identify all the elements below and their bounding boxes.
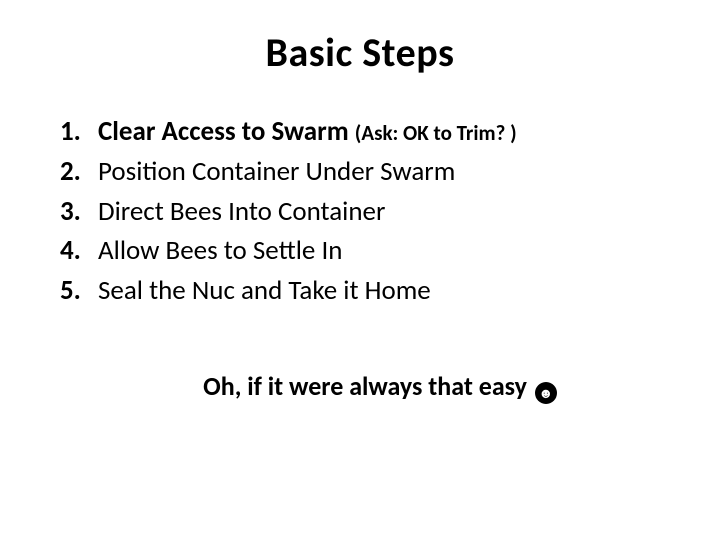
slide: Basic Steps 1. Clear Access to Swarm (As… [0, 0, 720, 540]
footer-text: Oh, if it were always that easy ☻ [50, 370, 670, 404]
list-item: 3. Direct Bees Into Container [60, 193, 670, 231]
item-text: Seal the Nuc and Take it Home [98, 272, 670, 310]
footer-message: Oh, if it were always that easy [203, 370, 533, 402]
item-bold-text: Clear Access to Swarm [98, 115, 355, 148]
steps-list: 1. Clear Access to Swarm (Ask: OK to Tri… [60, 113, 670, 310]
item-number: 4. [60, 232, 98, 270]
smiley-icon: ☻ [535, 382, 557, 404]
item-text: Clear Access to Swarm (Ask: OK to Trim? … [98, 113, 670, 151]
item-text: Allow Bees to Settle In [98, 232, 670, 270]
item-text: Position Container Under Swarm [98, 153, 670, 191]
item-paren-text: (Ask: OK to Trim? ) [355, 120, 517, 146]
item-number: 3. [60, 193, 98, 231]
list-item: 1. Clear Access to Swarm (Ask: OK to Tri… [60, 113, 670, 151]
item-number: 2. [60, 153, 98, 191]
item-number: 1. [60, 113, 98, 151]
item-number: 5. [60, 272, 98, 310]
list-item: 2. Position Container Under Swarm [60, 153, 670, 191]
list-item: 5. Seal the Nuc and Take it Home [60, 272, 670, 310]
item-text: Direct Bees Into Container [98, 193, 670, 231]
slide-title: Basic Steps [50, 28, 670, 77]
list-item: 4. Allow Bees to Settle In [60, 232, 670, 270]
